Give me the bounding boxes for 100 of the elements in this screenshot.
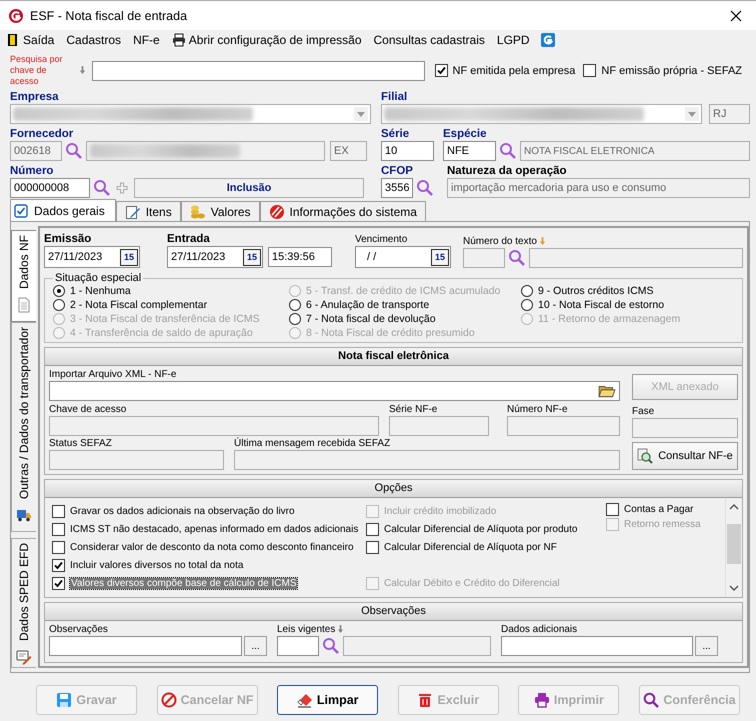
radio-label[interactable]: 6 - Anulação de transporte	[306, 299, 430, 311]
calendar-button[interactable]: 15	[120, 248, 138, 266]
ellipsis-button[interactable]: ...	[244, 636, 267, 656]
laws-code-field[interactable]	[277, 636, 319, 656]
checkbox[interactable]	[52, 522, 65, 536]
menu-item[interactable]: Saída	[4, 33, 64, 47]
observations-field[interactable]	[49, 636, 242, 656]
arrow-down-icon	[337, 625, 344, 634]
truck-icon	[16, 507, 32, 524]
field-label: Status SEFAZ	[49, 437, 113, 450]
field-label: CFOP	[381, 164, 414, 178]
calendar-button[interactable]: 15	[243, 248, 261, 266]
checkbox[interactable]	[52, 540, 65, 554]
type-code-field[interactable]: NFE	[443, 141, 496, 161]
search-label: Pesquisa por chave de acesso	[10, 54, 64, 87]
tab[interactable]: Itens	[116, 201, 181, 221]
xml-file-field[interactable]	[49, 381, 620, 401]
menu-item[interactable]: LGPD	[494, 33, 540, 47]
radio-label[interactable]: 7 - Nota fiscal de devolução	[306, 313, 436, 325]
issue-date-field[interactable]: 27/11/2023 15	[44, 246, 140, 268]
radio-label[interactable]: 2 - Nota Fiscal complementar	[70, 299, 208, 311]
menu-item[interactable]: Consultas cadastrais	[372, 33, 495, 47]
consult-nfe-button[interactable]: Consultar NF-e	[632, 442, 738, 470]
radio-button[interactable]	[53, 285, 65, 297]
tab[interactable]: Dados gerais	[10, 199, 116, 221]
radio-button[interactable]	[53, 299, 65, 311]
side-tab[interactable]: Dados SPED EFD	[11, 538, 36, 668]
checkbox[interactable]	[606, 503, 619, 516]
menu-item[interactable]: Cadastros	[64, 33, 132, 47]
close-icon[interactable]	[730, 10, 742, 22]
checkbox[interactable]	[583, 64, 596, 77]
action-button[interactable]: Limpar	[277, 685, 378, 715]
checkbox-label[interactable]: Incluir valores diversos no total da nota	[70, 560, 244, 570]
menu-item[interactable]: NF-e	[131, 33, 170, 47]
pencil-icon	[124, 204, 141, 220]
radio-label[interactable]: 10 - Nota Fiscal de estorno	[538, 299, 664, 311]
scrollbar[interactable]	[725, 498, 742, 597]
series-field[interactable]: 10	[381, 141, 434, 161]
access-key-field[interactable]	[92, 60, 425, 80]
search-icon[interactable]	[65, 142, 83, 160]
checkbox-label[interactable]: Gravar os dados adicionais na observação do livro	[70, 506, 295, 516]
tab[interactable]: Informações do sistema	[260, 201, 426, 221]
field-label: Chave de acesso	[49, 403, 128, 416]
scroll-down-icon[interactable]	[729, 585, 739, 591]
field-label: Série	[381, 127, 410, 141]
due-date-field[interactable]: / / 15	[355, 246, 451, 268]
checkbox-label[interactable]: Valores diversos compõe base de cálculo de ICMS	[70, 578, 298, 588]
radio-label: 11 - Retorno de armazenagem	[538, 313, 680, 325]
checkbox-label[interactable]: Considerar valor de desconto da nota como desconto financeiro	[70, 542, 354, 552]
checkbox-label[interactable]: NF emitida pela empresa	[452, 64, 576, 76]
radio-button[interactable]	[521, 285, 533, 297]
prohibited-icon	[160, 692, 177, 708]
door-icon	[6, 33, 20, 47]
field-label: Filial	[381, 90, 408, 104]
radio-label[interactable]: 9 - Outros créditos ICMS	[538, 285, 654, 297]
checkbox[interactable]	[434, 64, 448, 77]
checkbox-label[interactable]: Calcular Diferencial de Alíquota por NF	[384, 542, 557, 552]
entry-time-field[interactable]: 15:39:56	[268, 247, 332, 267]
checkbox-label[interactable]: NF emissão própria - SEFAZ	[601, 64, 742, 76]
radio-label[interactable]: 1 - Nenhuma	[70, 285, 131, 297]
ellipsis-button[interactable]: ...	[695, 636, 718, 656]
search-icon[interactable]	[93, 179, 111, 197]
text-number-field	[463, 248, 505, 268]
field-label: Fase	[632, 405, 656, 418]
search-icon[interactable]	[508, 249, 526, 267]
magnifier-document-icon	[637, 448, 654, 464]
search-icon[interactable]	[499, 142, 517, 160]
field-label: Importar Arquivo XML - NF-e	[49, 368, 178, 381]
checkbox-label: Incluir crédito imobilizado	[384, 506, 496, 516]
radio-button[interactable]	[521, 299, 533, 311]
tab[interactable]: Valores	[180, 201, 260, 221]
scroll-up-icon[interactable]	[729, 504, 739, 510]
entry-date-field[interactable]: 27/11/2023 15	[167, 246, 263, 268]
checkbox-label[interactable]: Contas a Pagar	[624, 504, 694, 515]
radio-button[interactable]	[289, 313, 301, 325]
checkbox[interactable]	[52, 576, 65, 590]
checkbox-label[interactable]: ICMS ST não destacado, apenas informado em dados adicionais	[70, 524, 358, 534]
checkbox-icon	[13, 202, 29, 218]
app-logo-icon[interactable]	[540, 32, 556, 48]
side-tab[interactable]: Outras / Dados do transportador	[11, 322, 36, 532]
search-icon[interactable]	[416, 179, 434, 197]
menu-item[interactable]: Abrir configuração de impressão	[170, 33, 372, 47]
checkbox[interactable]	[52, 558, 65, 572]
calendar-button[interactable]: 15	[431, 248, 449, 266]
cfop-field[interactable]: 3556	[381, 178, 413, 198]
field-label: Entrada	[167, 232, 211, 246]
folder-icon[interactable]	[598, 383, 616, 399]
eraser-icon	[296, 692, 313, 708]
number-field[interactable]: 000000008	[10, 178, 90, 198]
checkbox[interactable]	[366, 540, 379, 554]
search-icon[interactable]	[322, 637, 340, 655]
radio-button[interactable]	[289, 299, 301, 311]
checkbox[interactable]	[52, 504, 65, 518]
side-tab[interactable]: Dados NF	[11, 230, 36, 322]
additional-data-field[interactable]	[501, 636, 693, 656]
checkbox-label[interactable]: Calcular Diferencial de Alíquota por produto	[384, 524, 578, 534]
field-label: Série NF-e	[389, 403, 438, 416]
coins-icon	[190, 204, 206, 220]
checkbox[interactable]	[366, 522, 379, 536]
arrow-down-icon	[538, 237, 546, 246]
